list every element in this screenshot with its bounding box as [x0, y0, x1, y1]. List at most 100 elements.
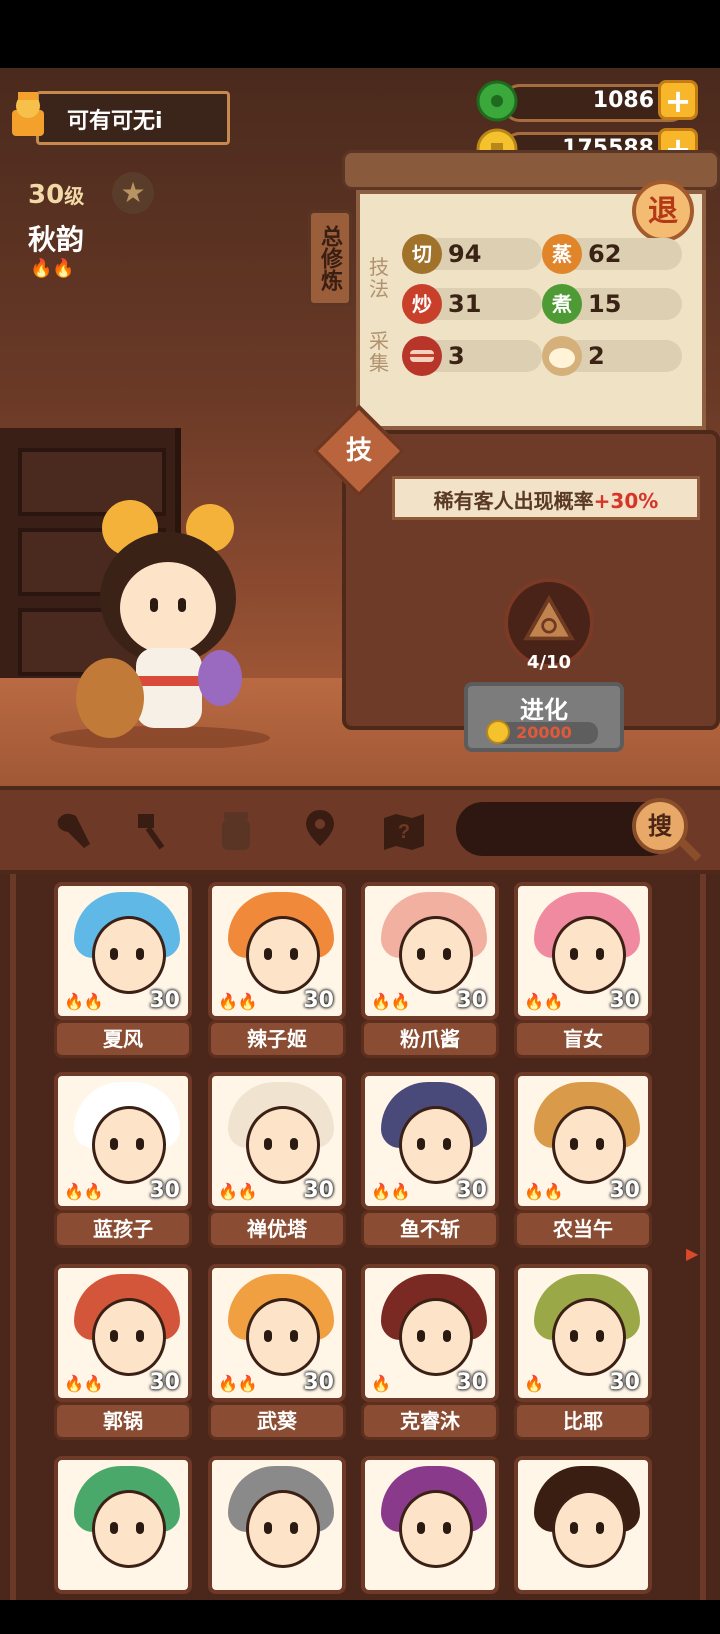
stat-value: 62: [588, 240, 622, 268]
character-card[interactable]: 🔥🔥 30 夏风: [54, 882, 192, 1060]
portrait-eye: [596, 948, 604, 960]
character-name: 农当午: [514, 1210, 652, 1248]
character-portrait: 🔥🔥 30: [208, 882, 346, 1020]
portrait-eye: [570, 1138, 578, 1150]
portrait-eye: [570, 1330, 578, 1342]
character-card[interactable]: 🔥🔥 30 鱼不斩: [361, 1072, 499, 1250]
character-card[interactable]: [54, 1456, 192, 1634]
portrait-face: [92, 1490, 166, 1568]
portrait-face: [552, 916, 626, 994]
character-name: 粉爪酱: [361, 1020, 499, 1058]
star-icon[interactable]: ★: [112, 172, 154, 214]
jar-icon[interactable]: [212, 806, 260, 854]
level-number: 30: [28, 180, 65, 210]
character-name: 禅优塔: [208, 1210, 346, 1248]
portrait-eye: [110, 948, 118, 960]
meat-leg-icon[interactable]: [50, 806, 98, 854]
mystery-map-icon[interactable]: ?: [380, 806, 428, 854]
stat-cut: 切 94: [402, 234, 542, 274]
portrait-eye: [570, 948, 578, 960]
character-name: 郭锅: [54, 1402, 192, 1440]
character-card[interactable]: [514, 1456, 652, 1634]
boil-icon: 煮: [542, 284, 582, 324]
skill-button[interactable]: 技: [326, 418, 392, 484]
fire-rank-icons: 🔥🔥: [218, 1374, 258, 1393]
character-portrait: [208, 1456, 346, 1594]
character-name: 夏风: [54, 1020, 192, 1058]
left-rail: [10, 874, 16, 1600]
rare-guest-banner: 稀有客人出现概率+30%: [392, 476, 700, 520]
character-card[interactable]: 🔥🔥 30 武葵: [208, 1264, 346, 1442]
portrait-eye: [264, 1330, 272, 1342]
character-sprite[interactable]: [40, 488, 270, 748]
evolve-label: 进化: [520, 696, 568, 724]
portrait-face: [246, 1298, 320, 1376]
portrait-eye: [596, 1138, 604, 1150]
coin-icon: [486, 720, 510, 744]
spatula-icon[interactable]: [130, 806, 178, 854]
portrait-eye: [417, 1522, 425, 1534]
character-portrait: 🔥🔥 30: [54, 1264, 192, 1402]
character-card[interactable]: 🔥🔥 30 盲女: [514, 882, 652, 1060]
scrollbar[interactable]: [700, 874, 706, 1600]
jade-count: 1086: [592, 88, 654, 113]
portrait-eye: [443, 1138, 451, 1150]
portrait-eye: [110, 1522, 118, 1534]
character-card[interactable]: 🔥 30 克睿沐: [361, 1264, 499, 1442]
portrait-eye: [443, 1522, 451, 1534]
tab-total-cultivation[interactable]: 总修炼: [308, 210, 352, 306]
portrait-eye: [443, 1330, 451, 1342]
steam-icon: 蒸: [542, 234, 582, 274]
character-card[interactable]: 🔥 30 比耶: [514, 1264, 652, 1442]
add-jade-button[interactable]: +: [658, 80, 698, 120]
jade-icon: [476, 80, 518, 122]
stat-value: 15: [588, 290, 622, 318]
scroll-arrow-icon[interactable]: ▶: [686, 1244, 698, 1263]
character-level: 30: [456, 1178, 487, 1203]
character-portrait: 🔥🔥 30: [361, 882, 499, 1020]
technique-label: 技法: [369, 255, 389, 301]
exit-button[interactable]: 退: [632, 180, 694, 242]
portrait-eye: [417, 948, 425, 960]
player-badge[interactable]: 可有可无i: [6, 88, 230, 145]
fire-rank-icons: 🔥🔥: [218, 1182, 258, 1201]
stat-value: 31: [448, 290, 482, 318]
fire-rank-icons: 🔥🔥: [64, 1374, 104, 1393]
search-button[interactable]: 搜: [632, 798, 688, 854]
fire-rank-icons: 🔥🔥: [371, 992, 411, 1011]
character-card[interactable]: 🔥🔥 30 农当午: [514, 1072, 652, 1250]
jade-resource: 1086 +: [476, 80, 698, 122]
character-card[interactable]: 🔥🔥 30 辣子姬: [208, 882, 346, 1060]
stat-value: 94: [448, 240, 482, 268]
character-name: 秋韵: [28, 223, 85, 256]
chef-avatar-icon[interactable]: [6, 90, 50, 138]
portrait-face: [552, 1298, 626, 1376]
banner-text: 稀有客人出现概率: [433, 489, 594, 513]
portrait-face: [399, 916, 473, 994]
character-card[interactable]: 🔥🔥 30 禅优塔: [208, 1072, 346, 1250]
map-pin-icon[interactable]: [296, 806, 344, 854]
fire-rank-icons: 🔥: [371, 1374, 391, 1393]
character-card[interactable]: 🔥🔥 30 郭锅: [54, 1264, 192, 1442]
character-level: 30: [149, 1178, 180, 1203]
character-portrait: 🔥🔥 30: [208, 1072, 346, 1210]
stat-meat: 3: [402, 336, 542, 376]
portrait-face: [399, 1298, 473, 1376]
portrait-eye: [596, 1330, 604, 1342]
character-portrait: [514, 1456, 652, 1594]
stat-value: 2: [588, 342, 605, 370]
character-portrait: 🔥🔥 30: [208, 1264, 346, 1402]
character-card[interactable]: [361, 1456, 499, 1634]
fire-rank-icons: 🔥🔥: [64, 1182, 104, 1201]
portrait-face: [92, 916, 166, 994]
evolve-button[interactable]: 进化 20000: [464, 682, 624, 752]
portrait-eye: [290, 1330, 298, 1342]
portrait-eye: [417, 1330, 425, 1342]
fire-rank-icons: 🔥🔥: [64, 992, 104, 1011]
portrait-eye: [110, 1138, 118, 1150]
stat-value: 3: [448, 342, 465, 370]
portrait-face: [399, 1106, 473, 1184]
character-card[interactable]: 🔥🔥 30 蓝孩子: [54, 1072, 192, 1250]
character-card[interactable]: 🔥🔥 30 粉爪酱: [361, 882, 499, 1060]
character-card[interactable]: [208, 1456, 346, 1634]
